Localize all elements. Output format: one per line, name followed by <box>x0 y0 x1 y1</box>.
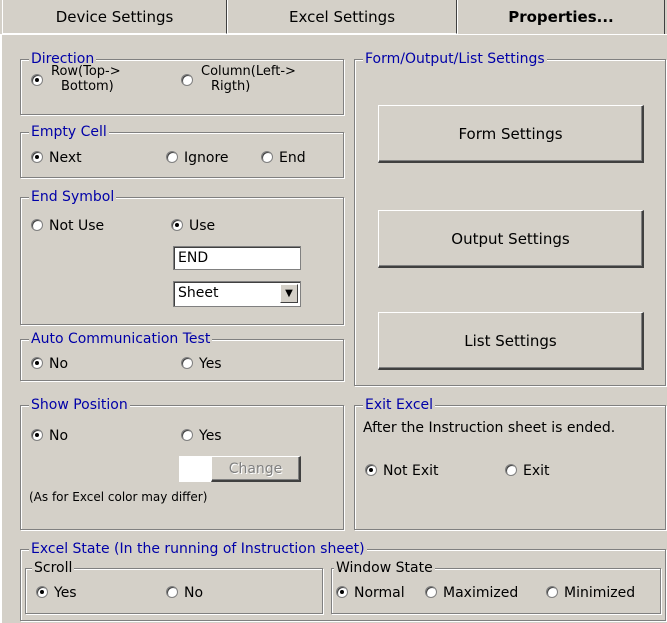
excel-state-title: Excel State (In the running of Instructi… <box>29 540 367 558</box>
radio-dot-icon <box>425 586 437 598</box>
auto-comm-yes-radio[interactable]: Yes <box>181 355 222 373</box>
empty-cell-title: Empty Cell <box>29 123 109 141</box>
end-symbol-title: End Symbol <box>29 188 117 206</box>
excel-state-group: Excel State (In the running of Instructi… <box>20 540 666 621</box>
window-state-maximized-radio[interactable]: Maximized <box>425 584 518 602</box>
auto-communication-title: Auto Communication Test <box>29 330 213 348</box>
change-button[interactable]: Change <box>211 456 301 482</box>
scroll-group: Scroll Yes No <box>25 559 323 614</box>
radio-dot-icon <box>261 151 273 163</box>
auto-communication-group: Auto Communication Test No Yes <box>20 330 344 381</box>
radio-dot-icon <box>31 74 43 86</box>
radio-dot-icon <box>336 586 348 598</box>
radio-dot-icon <box>181 357 193 369</box>
window-state-normal-radio[interactable]: Normal <box>336 584 405 602</box>
window-state-minimized-radio[interactable]: Minimized <box>546 584 635 602</box>
radio-dot-icon <box>31 357 43 369</box>
show-position-yes-radio[interactable]: Yes <box>181 427 222 445</box>
chevron-down-icon[interactable]: ▼ <box>280 284 298 303</box>
direction-column-radio[interactable] <box>181 72 199 90</box>
radio-dot-icon <box>31 219 43 231</box>
auto-comm-no-radio[interactable]: No <box>31 355 68 373</box>
show-position-note: (As for Excel color may differ) <box>29 490 208 504</box>
scroll-title: Scroll <box>32 559 75 577</box>
form-settings-button[interactable]: Form Settings <box>378 105 644 163</box>
exit-excel-not-exit-radio[interactable]: Not Exit <box>365 462 439 480</box>
tab-properties[interactable]: Properties... <box>457 0 665 34</box>
exit-excel-exit-radio[interactable]: Exit <box>505 462 550 480</box>
empty-cell-end-radio[interactable]: End <box>261 149 306 167</box>
end-symbol-input[interactable]: END <box>173 246 301 270</box>
radio-dot-icon <box>171 219 183 231</box>
form-output-list-title: Form/Output/List Settings <box>363 50 547 68</box>
tab-excel-settings[interactable]: Excel Settings <box>227 0 457 34</box>
color-swatch <box>179 456 211 482</box>
direction-row-label: Row(Top-> Bottom) <box>51 64 121 94</box>
sheet-select[interactable]: Sheet ▼ <box>173 281 301 307</box>
radio-dot-icon <box>36 586 48 598</box>
tab-device-settings[interactable]: Device Settings <box>2 0 227 34</box>
end-symbol-use-radio[interactable]: Use <box>171 217 215 235</box>
radio-dot-icon <box>181 74 193 86</box>
direction-group: Direction Row(Top-> Bottom) Column(Left->… <box>20 50 344 115</box>
radio-dot-icon <box>505 464 517 476</box>
radio-dot-icon <box>166 151 178 163</box>
radio-dot-icon <box>365 464 377 476</box>
window-state-title: Window State <box>334 559 435 577</box>
end-symbol-group: End Symbol Not Use Use END Sheet ▼ <box>20 188 344 325</box>
radio-dot-icon <box>546 586 558 598</box>
empty-cell-group: Empty Cell Next Ignore End <box>20 123 344 178</box>
radio-dot-icon <box>31 151 43 163</box>
exit-excel-description: After the Instruction sheet is ended. <box>363 420 616 436</box>
output-settings-button[interactable]: Output Settings <box>378 210 644 268</box>
list-settings-button[interactable]: List Settings <box>378 312 644 370</box>
empty-cell-next-radio[interactable]: Next <box>31 149 82 167</box>
scroll-yes-radio[interactable]: Yes <box>36 584 77 602</box>
empty-cell-ignore-radio[interactable]: Ignore <box>166 149 229 167</box>
properties-panel: Direction Row(Top-> Bottom) Column(Left->… <box>0 34 667 623</box>
direction-row-radio[interactable] <box>31 72 49 90</box>
radio-dot-icon <box>181 429 193 441</box>
radio-dot-icon <box>166 586 178 598</box>
show-position-group: Show Position No Yes Change (As for Exce… <box>20 396 344 530</box>
end-symbol-not-use-radio[interactable]: Not Use <box>31 217 104 235</box>
exit-excel-title: Exit Excel <box>363 396 436 414</box>
show-position-no-radio[interactable]: No <box>31 427 68 445</box>
radio-dot-icon <box>31 429 43 441</box>
exit-excel-group: Exit Excel After the Instruction sheet i… <box>354 396 666 530</box>
scroll-no-radio[interactable]: No <box>166 584 203 602</box>
direction-column-label: Column(Left-> Rigth) <box>201 64 296 94</box>
form-output-list-group: Form/Output/List Settings Form Settings … <box>354 50 666 386</box>
window-state-group: Window State Normal Maximized Minimized <box>331 559 661 614</box>
show-position-title: Show Position <box>29 396 130 414</box>
